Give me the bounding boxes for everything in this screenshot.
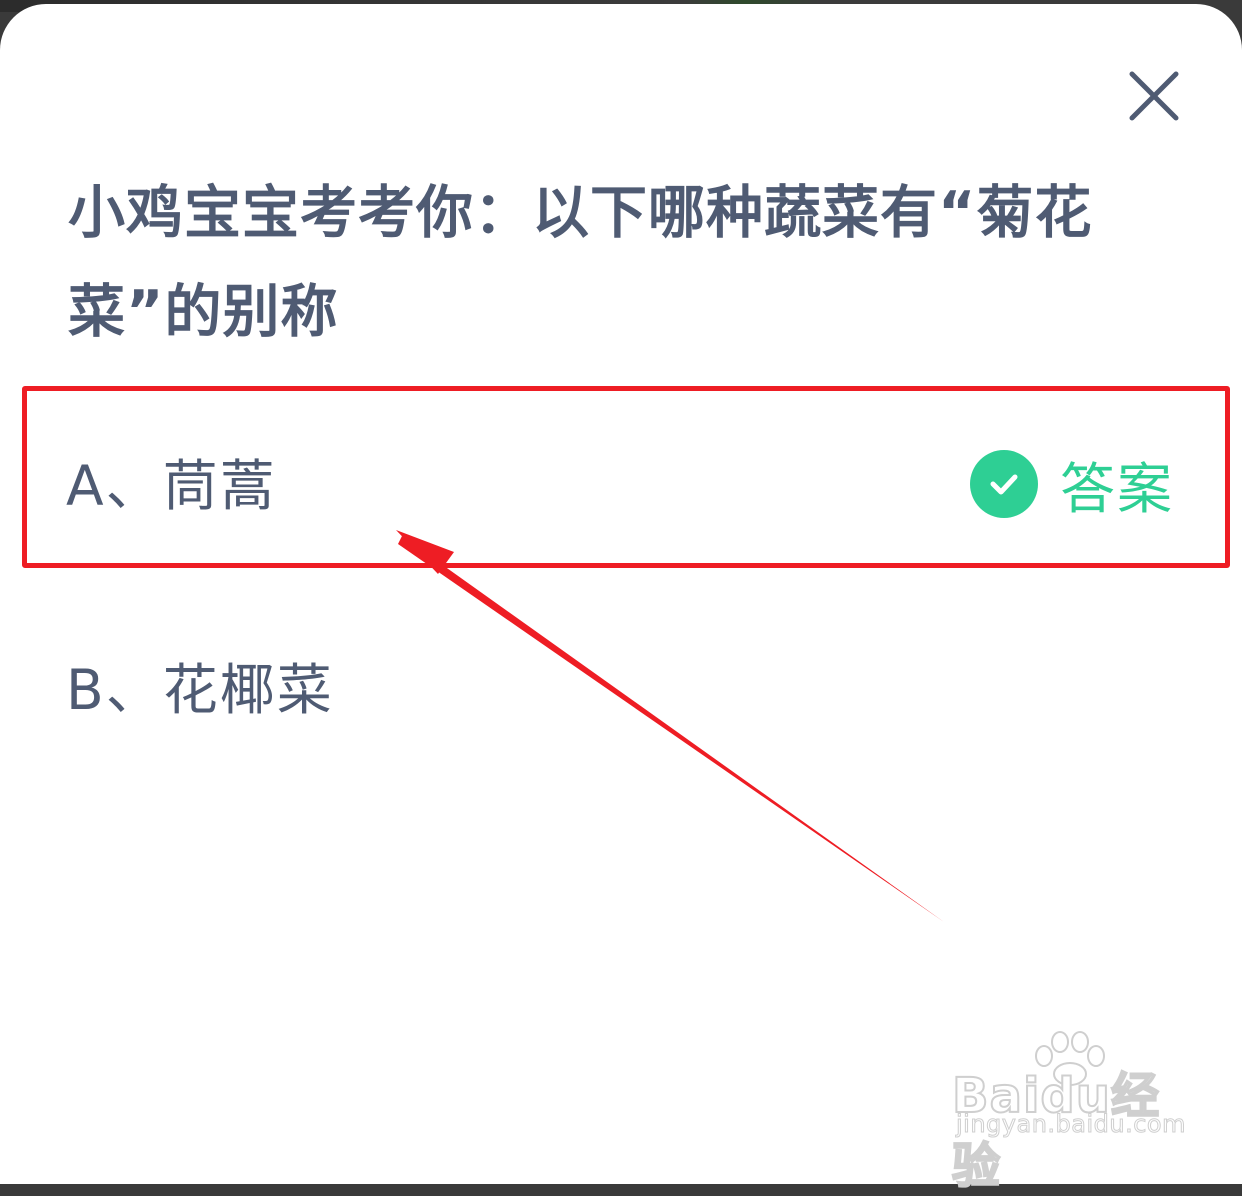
option-a[interactable]: A、茼蒿 答案 <box>24 386 1234 572</box>
close-icon <box>1129 71 1179 121</box>
option-a-label: A、茼蒿 <box>66 454 277 518</box>
answer-badge: 答案 <box>969 449 1174 521</box>
quiz-question: 小鸡宝宝考考你：以下哪种蔬菜有“菊花菜”的别称 <box>68 180 1093 345</box>
check-circle-icon <box>969 450 1038 518</box>
option-b-label: B、花椰菜 <box>66 658 334 722</box>
option-b[interactable]: B、花椰菜 <box>24 590 1234 776</box>
answer-label: 答案 <box>1059 457 1174 521</box>
close-button[interactable] <box>1124 66 1184 126</box>
